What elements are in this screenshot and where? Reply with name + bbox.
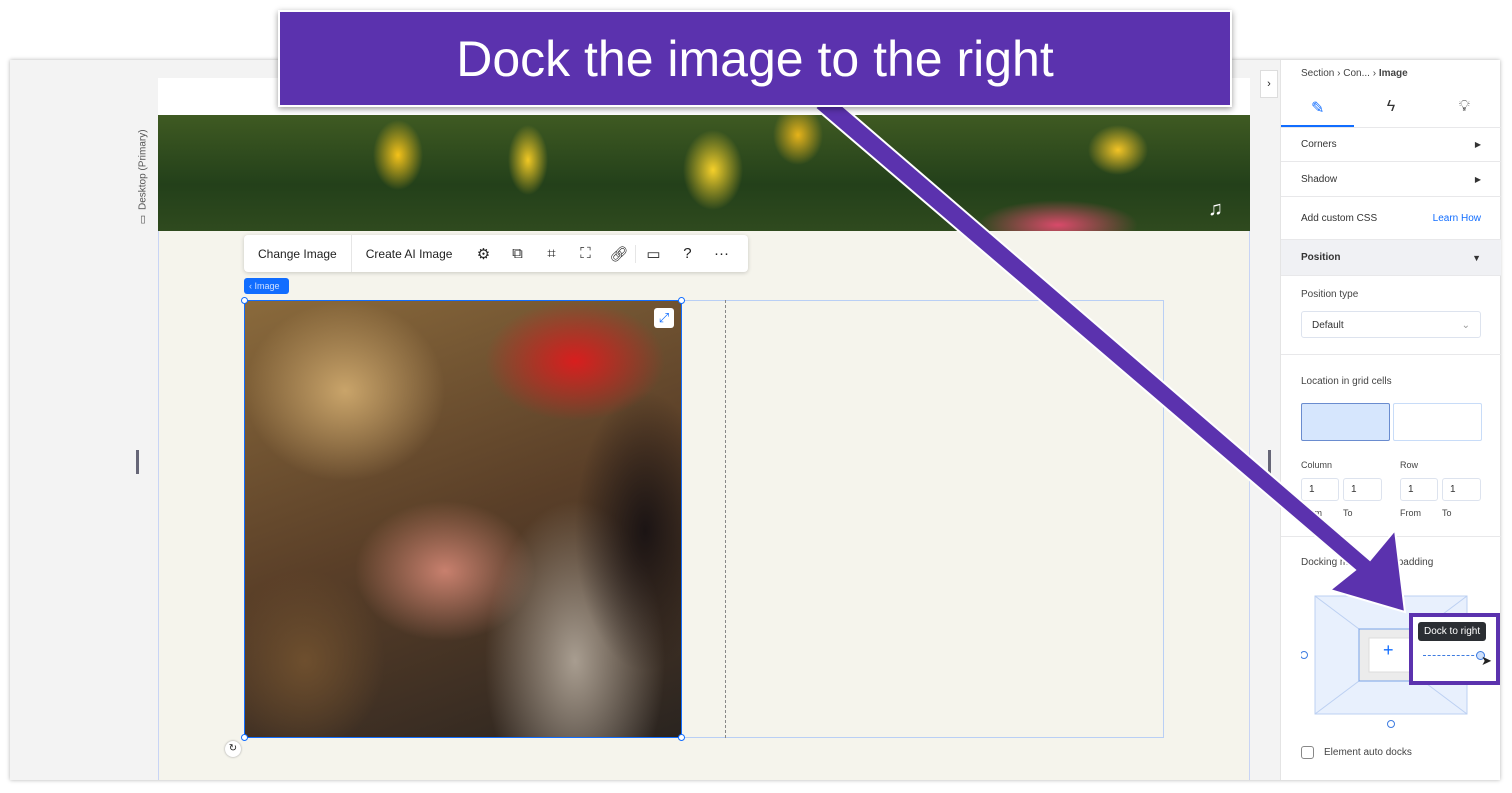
highlight-box: Dock to right ➤ bbox=[1409, 613, 1500, 685]
instruction-banner: Dock the image to the right bbox=[278, 10, 1232, 107]
dock-line bbox=[1423, 655, 1479, 656]
cursor-icon: ➤ bbox=[1481, 653, 1492, 668]
annotation-arrow bbox=[813, 93, 1407, 614]
dock-to-right-tooltip: Dock to right bbox=[1418, 622, 1487, 641]
